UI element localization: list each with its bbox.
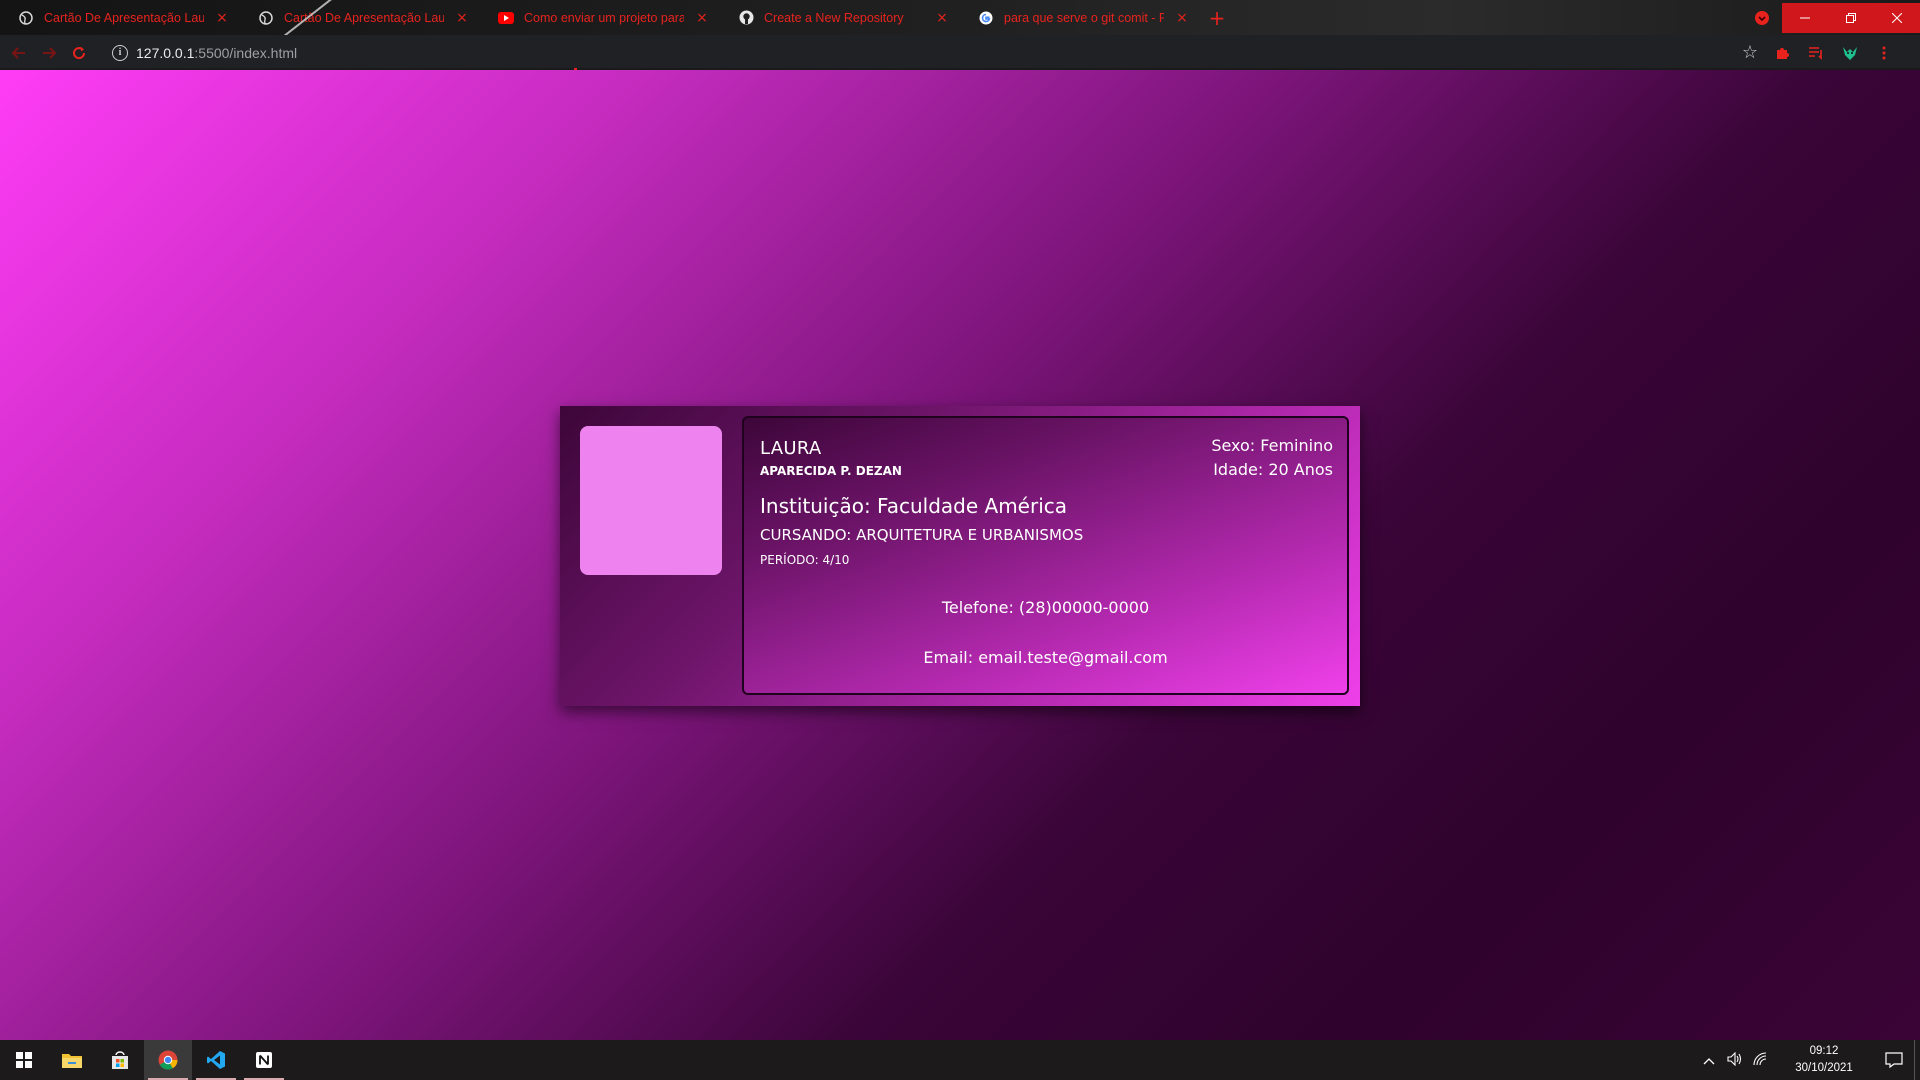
close-icon[interactable]: ×: [934, 10, 950, 26]
chrome-icon[interactable]: [144, 1040, 192, 1080]
url-path: :5500/index.html: [194, 44, 298, 61]
close-window-icon[interactable]: [1874, 2, 1920, 33]
notion-icon[interactable]: [240, 1040, 288, 1080]
info-panel: LAURA APARECIDA P. DEZAN Sexo: Feminino …: [742, 416, 1349, 695]
tab-title: Cartão De Apresentação Laura D: [284, 10, 444, 25]
youtube-icon: [498, 10, 514, 26]
wifi-icon[interactable]: [1748, 1051, 1774, 1069]
presentation-card: LAURA APARECIDA P. DEZAN Sexo: Feminino …: [560, 406, 1360, 706]
reload-icon[interactable]: [64, 38, 94, 68]
bookmark-star-icon[interactable]: ☆: [1742, 42, 1758, 63]
tab-title: Como enviar um projeto para o G: [524, 10, 684, 25]
tab-4[interactable]: Create a New Repository ×: [720, 0, 960, 35]
tab-3[interactable]: Como enviar um projeto para o G ×: [480, 0, 720, 35]
forward-arrow-icon[interactable]: [34, 38, 64, 68]
url-host: 127.0.0.1: [136, 44, 195, 61]
menu-kebab-icon[interactable]: [1872, 41, 1896, 65]
store-icon[interactable]: [96, 1040, 144, 1080]
tab-2[interactable]: Cartão De Apresentação Laura D ×: [240, 0, 480, 35]
reading-list-icon[interactable]: [1804, 41, 1828, 65]
age-text: Idade: 20 Anos: [1213, 460, 1333, 479]
phone-text: Telefone: (28)00000-0000: [941, 598, 1150, 617]
window-controls: [1742, 0, 1920, 35]
address-bar: i 127.0.0.1:5500/index.html ☆: [0, 35, 1920, 70]
clock-time: 09:12: [1809, 1045, 1839, 1057]
show-desktop-button[interactable]: [1914, 1040, 1920, 1080]
clock-date: 30/10/2021: [1795, 1062, 1853, 1074]
clock[interactable]: 09:12 30/10/2021: [1784, 1043, 1864, 1077]
period-text: PERÍODO: 4/10: [760, 553, 850, 567]
system-tray: 09:12 30/10/2021: [1696, 1040, 1920, 1080]
globe-icon: [258, 10, 274, 26]
email-text: Email: email.teste@gmail.com: [923, 648, 1168, 667]
url-text: 127.0.0.1:5500/index.html: [136, 45, 297, 61]
globe-icon: [18, 10, 34, 26]
last-name: APARECIDA P. DEZAN: [760, 464, 902, 478]
gender-text: Sexo: Feminino: [1211, 436, 1333, 455]
minimize-icon[interactable]: [1782, 2, 1828, 33]
new-tab-button[interactable]: +: [1200, 0, 1234, 35]
close-icon[interactable]: ×: [214, 10, 230, 26]
vscode-icon[interactable]: [192, 1040, 240, 1080]
first-name: LAURA: [760, 438, 822, 459]
windows-start-icon[interactable]: [0, 1040, 48, 1080]
close-icon[interactable]: ×: [694, 10, 710, 26]
toolbar-icons: [1770, 41, 1896, 65]
tab-5[interactable]: para que serve o git comit - Pesq ×: [960, 0, 1200, 35]
volume-icon[interactable]: [1722, 1051, 1748, 1069]
notification-icon[interactable]: [1874, 1052, 1914, 1068]
profile-photo-placeholder: [580, 426, 722, 575]
file-explorer-icon[interactable]: [48, 1040, 96, 1080]
avatar[interactable]: [1838, 41, 1862, 65]
restore-icon[interactable]: [1828, 2, 1874, 33]
google-icon: [978, 10, 994, 26]
tab-title: Create a New Repository: [764, 10, 904, 25]
close-icon[interactable]: ×: [454, 10, 470, 26]
chevron-up-icon[interactable]: [1696, 1053, 1722, 1068]
github-icon: [738, 10, 754, 26]
tab-title: para que serve o git comit - Pesq: [1004, 10, 1164, 25]
institution-text: Instituição: Faculdade América: [760, 494, 1068, 518]
tab-title: Cartão De Apresentação Laura D: [44, 10, 204, 25]
page-viewport: LAURA APARECIDA P. DEZAN Sexo: Feminino …: [0, 70, 1920, 1040]
url-bar[interactable]: i 127.0.0.1:5500/index.html ☆: [102, 38, 1770, 67]
tab-1[interactable]: Cartão De Apresentação Laura D ×: [0, 0, 240, 35]
tab-strip: Cartão De Apresentação Laura D × Cartão …: [0, 0, 1920, 35]
site-info-icon[interactable]: i: [112, 44, 128, 61]
close-icon[interactable]: ×: [1174, 10, 1190, 26]
taskbar: 09:12 30/10/2021: [0, 1040, 1920, 1080]
extensions-puzzle-icon[interactable]: [1770, 41, 1794, 65]
back-arrow-icon[interactable]: [4, 38, 34, 68]
profile-icon[interactable]: [1742, 10, 1782, 25]
course-text: CURSANDO: ARQUITETURA E URBANISMOS: [760, 526, 1084, 544]
